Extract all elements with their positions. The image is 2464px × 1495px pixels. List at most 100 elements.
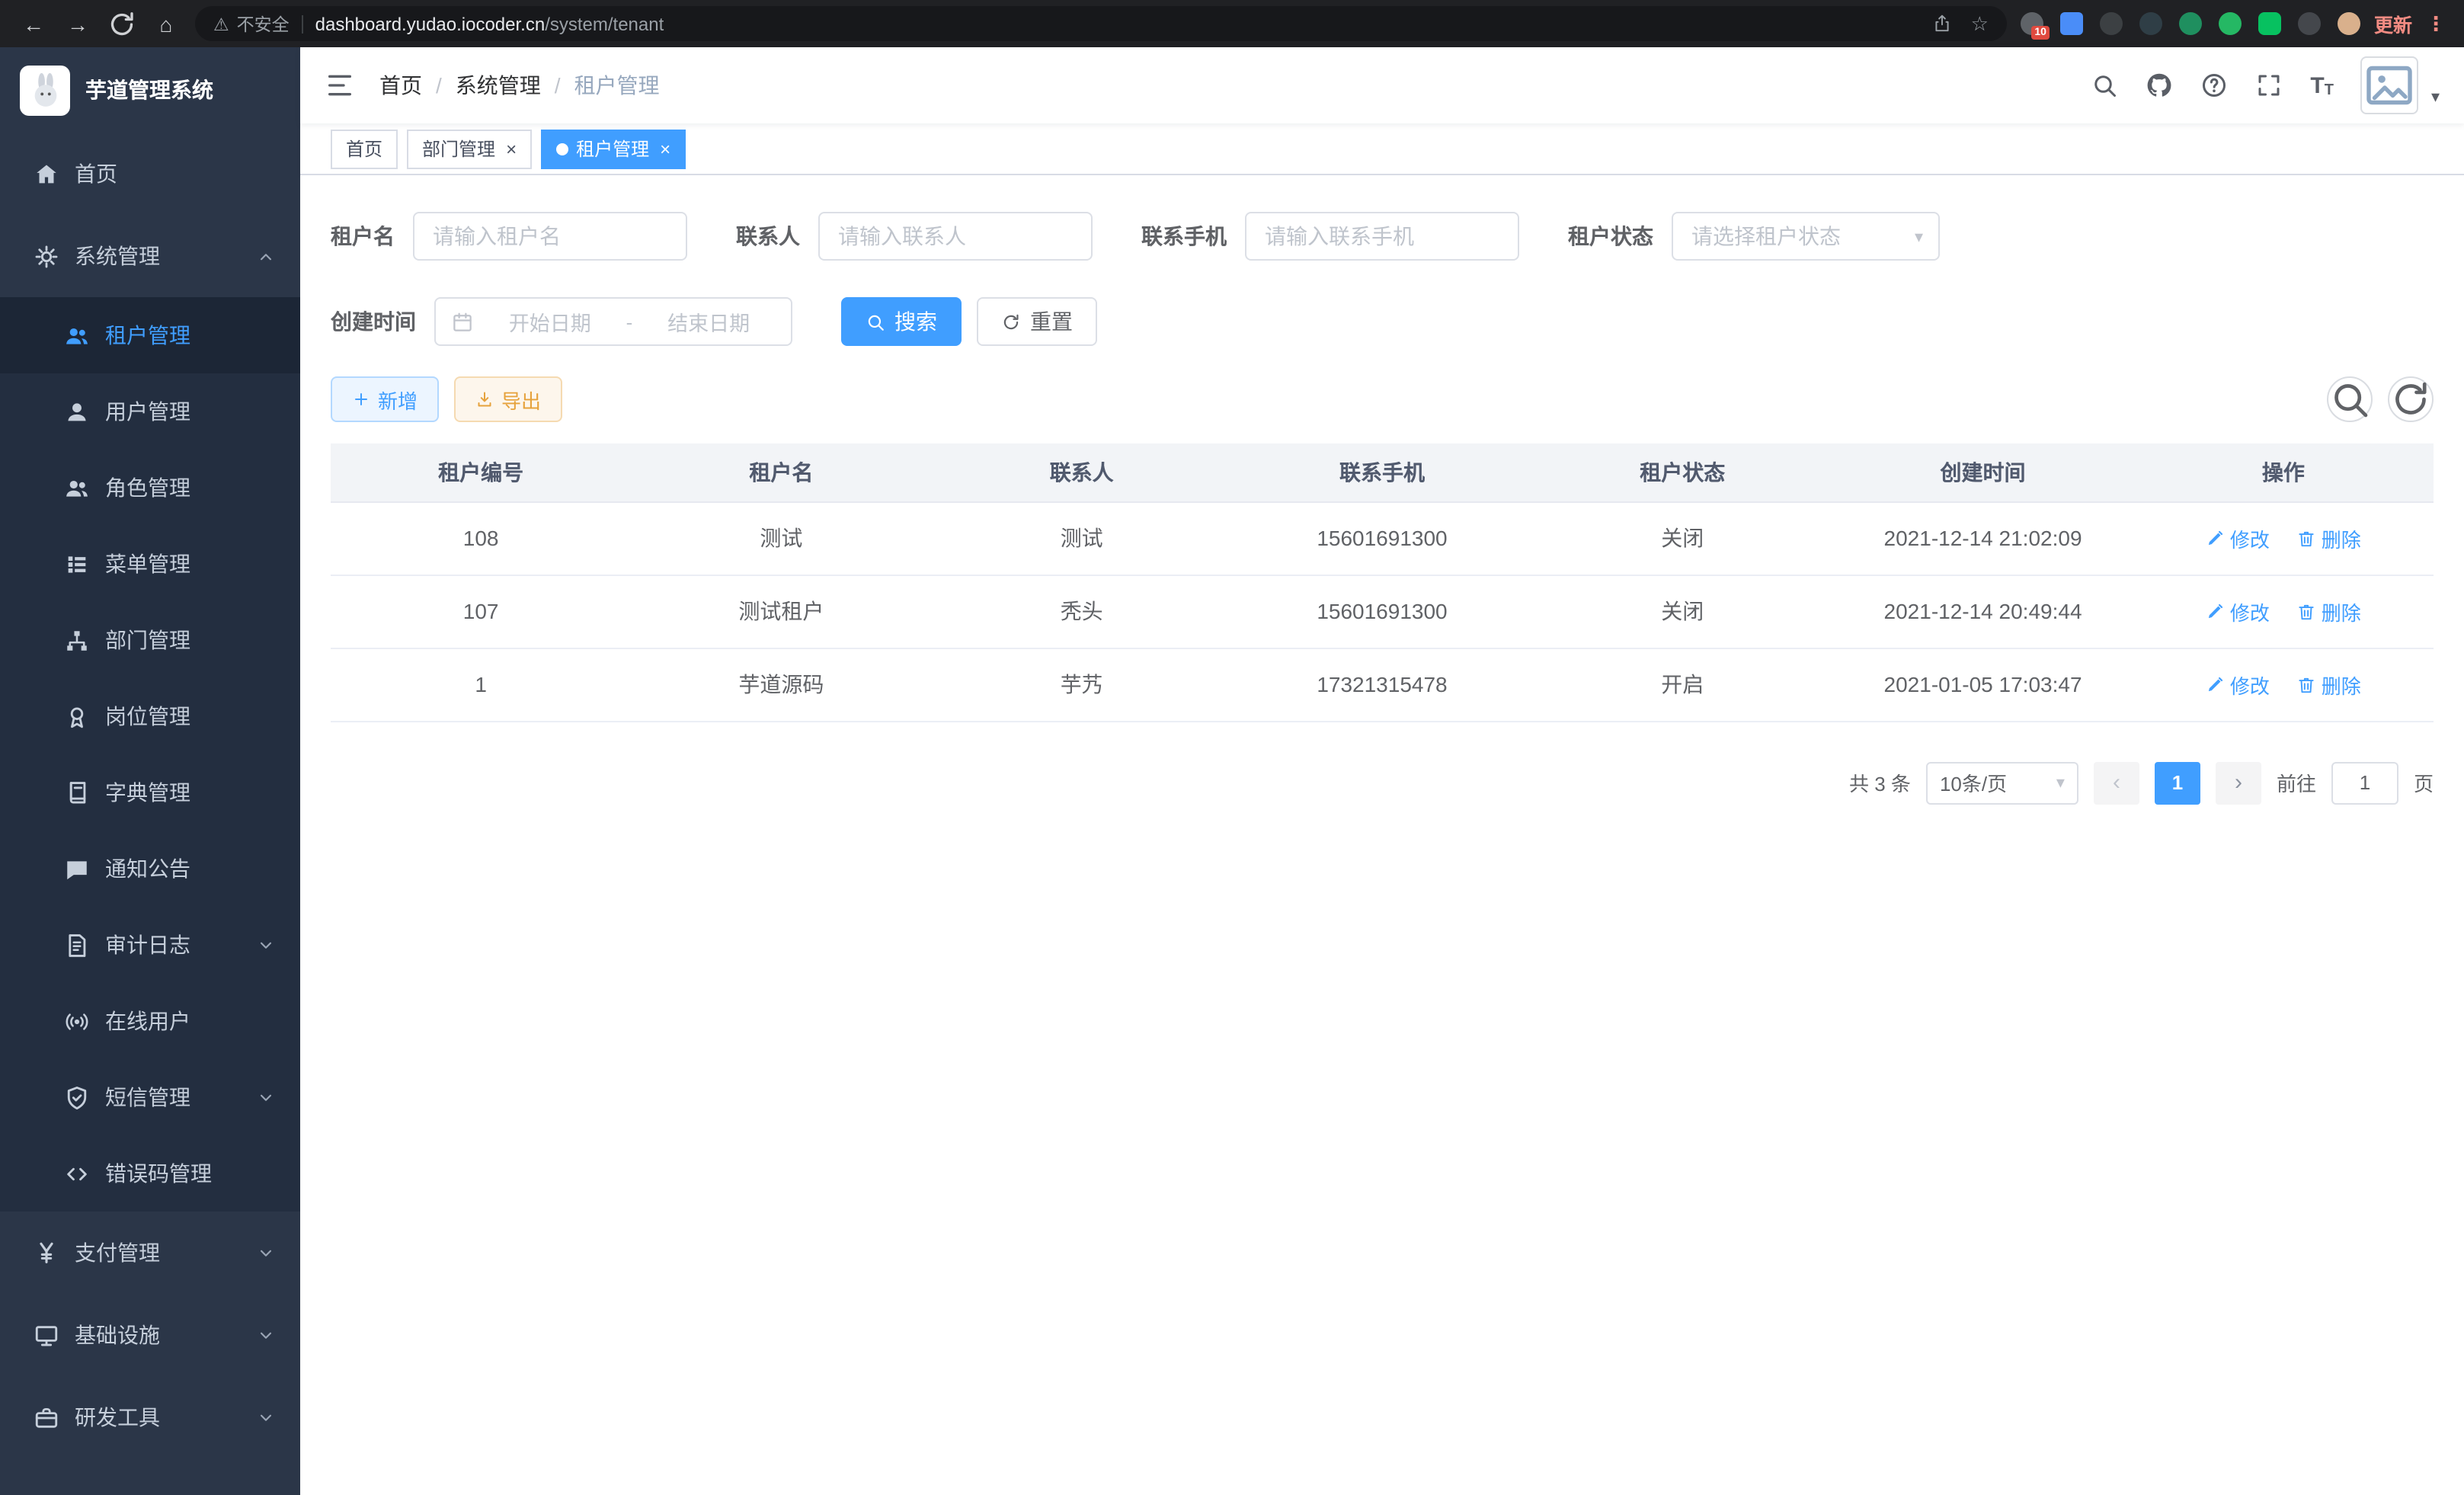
shield-icon bbox=[64, 1084, 90, 1110]
contact-input[interactable] bbox=[818, 212, 1093, 261]
sidebar-item-system[interactable]: 系统管理 bbox=[0, 215, 300, 297]
goto-page-input[interactable] bbox=[2331, 761, 2398, 804]
col-tenant-name: 租户名 bbox=[631, 443, 931, 501]
avatar-caret-icon[interactable]: ▾ bbox=[2431, 87, 2440, 114]
export-button[interactable]: 导出 bbox=[454, 376, 562, 422]
table-row: 108 测试 测试 15601691300 关闭 2021-12-14 21:0… bbox=[331, 501, 2434, 575]
extension-icon-2[interactable] bbox=[2060, 12, 2083, 35]
reset-button[interactable]: 重置 bbox=[977, 297, 1097, 346]
sidebar-item-devtools[interactable]: 研发工具 bbox=[0, 1376, 300, 1458]
sidebar-item-audit-log[interactable]: 审计日志 bbox=[0, 907, 300, 983]
delete-button[interactable]: 删除 bbox=[2297, 597, 2361, 626]
omnibox-divider bbox=[302, 14, 303, 33]
sidebar-item-dict[interactable]: 字典管理 bbox=[0, 754, 300, 831]
bookmark-star-button[interactable]: ☆ bbox=[1971, 11, 1989, 36]
breadcrumb-system[interactable]: 系统管理 bbox=[456, 70, 541, 101]
extension-icon-5[interactable] bbox=[2179, 12, 2202, 35]
sidebar-item-online-user[interactable]: 在线用户 bbox=[0, 983, 300, 1059]
sidebar-item-home[interactable]: 首页 bbox=[0, 133, 300, 215]
address-bar[interactable]: ⚠ 不安全 dashboard.yudao.iocoder.cn/system/… bbox=[195, 6, 2007, 41]
sidebar-menu: 首页 系统管理 租户管理 用户管理 角色管理 bbox=[0, 133, 300, 1458]
search-button[interactable]: 搜索 bbox=[841, 297, 962, 346]
download-icon bbox=[475, 390, 494, 408]
tenant-name-input[interactable] bbox=[413, 212, 687, 261]
forward-button[interactable]: → bbox=[62, 8, 93, 39]
message-icon bbox=[64, 856, 90, 882]
sidebar-item-label: 支付管理 bbox=[75, 1237, 256, 1268]
sidebar-item-menu[interactable]: 菜单管理 bbox=[0, 526, 300, 602]
status-select[interactable]: 请选择租户状态 ▾ bbox=[1672, 212, 1940, 261]
sidebar-item-infra[interactable]: 基础设施 bbox=[0, 1294, 300, 1376]
sidebar-item-sms[interactable]: 短信管理 bbox=[0, 1059, 300, 1135]
refresh-table-button[interactable] bbox=[2388, 376, 2434, 422]
sidebar-item-user[interactable]: 用户管理 bbox=[0, 373, 300, 450]
extension-icon-6[interactable] bbox=[2219, 12, 2242, 35]
font-size-icon[interactable]: TT bbox=[2310, 72, 2334, 98]
sidebar-item-tenant[interactable]: 租户管理 bbox=[0, 297, 300, 373]
breadcrumb-home[interactable]: 首页 bbox=[379, 70, 422, 101]
sidebar-item-dept[interactable]: 部门管理 bbox=[0, 602, 300, 678]
delete-button[interactable]: 删除 bbox=[2297, 523, 2361, 552]
close-icon[interactable]: × bbox=[506, 139, 517, 158]
delete-button[interactable]: 删除 bbox=[2297, 670, 2361, 699]
extension-icon-3[interactable] bbox=[2100, 12, 2123, 35]
add-button[interactable]: 新增 bbox=[331, 376, 439, 422]
sidebar-item-label: 字典管理 bbox=[105, 777, 276, 808]
edit-button[interactable]: 修改 bbox=[2206, 670, 2270, 699]
plus-icon bbox=[352, 390, 370, 408]
users-icon bbox=[64, 475, 90, 501]
sidebar-item-notice[interactable]: 通知公告 bbox=[0, 831, 300, 907]
edit-button[interactable]: 修改 bbox=[2206, 597, 2270, 626]
url-text: dashboard.yudao.iocoder.cn/system/tenant bbox=[315, 13, 664, 34]
fullscreen-icon[interactable] bbox=[2255, 72, 2283, 99]
reload-button[interactable] bbox=[107, 8, 137, 39]
sidebar-item-label: 用户管理 bbox=[105, 396, 276, 427]
avatar[interactable] bbox=[2361, 56, 2419, 114]
book-icon bbox=[64, 780, 90, 805]
browser-menu-button[interactable]: ⋮ bbox=[2426, 11, 2446, 36]
browser-update-button[interactable]: 更新 bbox=[2374, 9, 2412, 38]
reset-button-label: 重置 bbox=[1030, 306, 1073, 337]
tab-tenant[interactable]: 租户管理 × bbox=[541, 129, 686, 168]
extension-icon-8[interactable] bbox=[2298, 12, 2321, 35]
sidebar-item-post[interactable]: 岗位管理 bbox=[0, 678, 300, 754]
security-indicator[interactable]: ⚠ 不安全 bbox=[213, 11, 290, 36]
cell-tenant-id: 108 bbox=[331, 501, 631, 575]
extension-icon-7[interactable] bbox=[2258, 12, 2281, 35]
chevron-down-icon bbox=[256, 1325, 276, 1345]
prev-page-button[interactable]: ‹ bbox=[2094, 761, 2139, 804]
chevron-up-icon bbox=[256, 246, 276, 266]
goto-label: 前往 bbox=[2277, 768, 2316, 797]
sidebar-item-role[interactable]: 角色管理 bbox=[0, 450, 300, 526]
search-icon[interactable] bbox=[2091, 72, 2118, 99]
tab-dept[interactable]: 部门管理 × bbox=[407, 129, 532, 168]
extension-icon-4[interactable] bbox=[2139, 12, 2162, 35]
edit-icon bbox=[2206, 601, 2226, 621]
cell-created: 2021-12-14 21:02:09 bbox=[1832, 501, 2133, 575]
chevron-down-icon bbox=[256, 1407, 276, 1427]
sidebar-item-payment[interactable]: 支付管理 bbox=[0, 1212, 300, 1294]
warning-icon: ⚠ bbox=[213, 13, 229, 34]
share-button[interactable] bbox=[1933, 14, 1953, 34]
github-icon[interactable] bbox=[2146, 72, 2173, 99]
next-page-button[interactable]: › bbox=[2216, 761, 2261, 804]
edit-button[interactable]: 修改 bbox=[2206, 523, 2270, 552]
code-icon bbox=[64, 1160, 90, 1186]
page-number-1[interactable]: 1 bbox=[2155, 761, 2200, 804]
extension-icon-1[interactable]: 10 bbox=[2021, 12, 2043, 35]
mobile-input[interactable] bbox=[1245, 212, 1519, 261]
sidebar-item-error-code[interactable]: 错误码管理 bbox=[0, 1135, 300, 1212]
tab-home[interactable]: 首页 bbox=[331, 129, 398, 168]
close-icon[interactable]: × bbox=[660, 139, 670, 158]
collapse-sidebar-button[interactable] bbox=[325, 70, 355, 101]
profile-avatar-icon[interactable] bbox=[2338, 12, 2360, 35]
toggle-search-button[interactable] bbox=[2327, 376, 2373, 422]
app-logo[interactable]: 芋道管理系统 bbox=[0, 47, 300, 133]
page-size-select[interactable]: 10条/页 ▾ bbox=[1926, 761, 2078, 804]
back-button[interactable]: ← bbox=[18, 8, 49, 39]
export-button-label: 导出 bbox=[501, 385, 541, 414]
browser-home-button[interactable]: ⌂ bbox=[151, 8, 181, 39]
sidebar-item-label: 租户管理 bbox=[105, 320, 276, 351]
help-icon[interactable] bbox=[2200, 72, 2228, 99]
date-range-picker[interactable]: 开始日期 - 结束日期 bbox=[434, 297, 792, 346]
